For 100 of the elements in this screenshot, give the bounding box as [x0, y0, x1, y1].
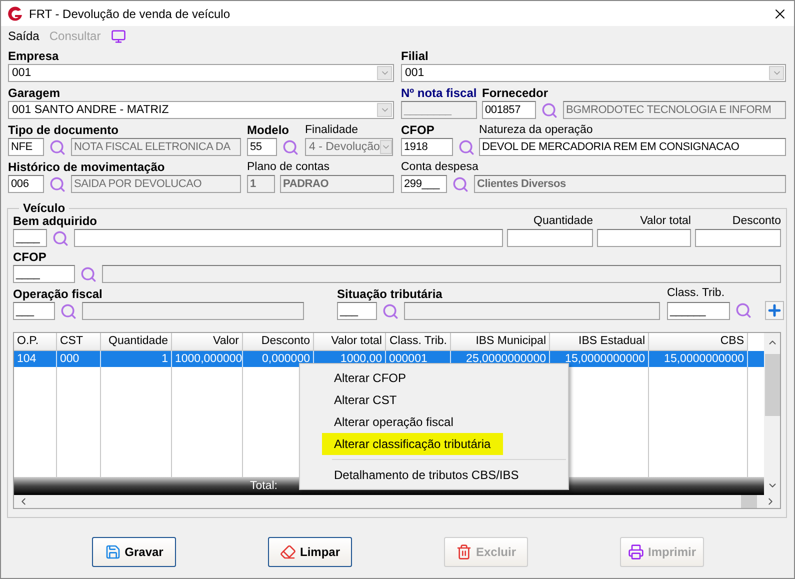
vertical-scrollbar[interactable] — [764, 333, 780, 495]
field-label: Conta despesa — [401, 161, 480, 174]
table-cell: 1000,000000 — [172, 351, 243, 367]
column-header[interactable]: CBS — [649, 333, 748, 351]
printer-icon — [628, 544, 644, 560]
input-field[interactable]: ______ — [667, 302, 730, 320]
menu-option[interactable]: Alterar operação fiscal — [322, 411, 466, 433]
add-button[interactable] — [765, 301, 784, 320]
field-label: CFOP — [401, 124, 436, 137]
search-icon[interactable] — [452, 176, 469, 192]
input-field[interactable]: 001857 — [482, 101, 536, 119]
input-field[interactable]: SAIDA POR DEVOLUCAO — [71, 175, 241, 193]
input-field[interactable]: 006 — [8, 175, 44, 193]
field-label: Natureza da operação — [479, 124, 594, 137]
field-label: Fornecedor — [482, 87, 550, 100]
caret-icon — [377, 103, 392, 117]
dropdown[interactable]: 001 SANTO ANDRE - MATRIZ — [8, 101, 394, 119]
search-icon[interactable] — [735, 302, 752, 319]
field-label: Valor total — [640, 215, 691, 228]
column-header[interactable]: Quantidade — [101, 333, 172, 351]
caret-icon — [377, 66, 392, 80]
table-cell: 000 — [57, 351, 101, 367]
input-field[interactable]: ___ — [13, 302, 55, 320]
input-field[interactable]: Clientes Diversos — [474, 175, 786, 193]
input-field[interactable]: 1918 — [401, 138, 453, 156]
search-icon[interactable] — [49, 176, 66, 192]
input-field[interactable] — [404, 302, 660, 320]
search-icon[interactable] — [52, 230, 69, 246]
caret-icon — [380, 140, 392, 154]
input-field[interactable]: NOTA FISCAL ELETRONICA DA — [71, 138, 241, 156]
field-label: Finalidade — [305, 124, 360, 137]
column-header[interactable]: Valor total — [314, 333, 386, 351]
column-header[interactable]: Desconto — [243, 333, 314, 351]
field-label: Situação tributária — [337, 288, 444, 301]
search-icon[interactable] — [80, 266, 97, 282]
table-cell: 15,0000000000 — [649, 351, 748, 367]
field-label: Plano de contas — [247, 161, 330, 174]
menu-option[interactable]: Alterar CST — [322, 389, 409, 411]
search-icon[interactable] — [541, 102, 558, 118]
menu-option[interactable]: Detalhamento de tributos CBS/IBS — [322, 464, 531, 486]
table-cell: 1 — [101, 351, 172, 367]
field-label: Class. Trib. — [667, 287, 726, 300]
column-header[interactable]: O.P. — [14, 333, 57, 351]
search-icon[interactable] — [60, 302, 77, 320]
input-field[interactable]: 55 — [247, 138, 277, 156]
menu-item[interactable]: Saída — [8, 29, 40, 43]
field-label: Modelo — [247, 124, 290, 137]
input-field[interactable]: ____ — [13, 265, 75, 283]
monitor-icon[interactable] — [110, 28, 126, 44]
search-icon[interactable] — [458, 138, 475, 156]
action-button[interactable]: Gravar — [92, 537, 176, 567]
input-field[interactable] — [507, 229, 593, 247]
action-button[interactable]: Limpar — [268, 537, 352, 567]
input-field[interactable] — [695, 229, 781, 247]
dropdown[interactable]: 001 — [8, 64, 394, 82]
input-field[interactable] — [82, 302, 304, 320]
search-icon[interactable] — [282, 138, 299, 156]
field-label: Tipo de documento — [8, 124, 120, 137]
column-header[interactable]: Class. Trib. — [386, 333, 451, 351]
input-field[interactable]: 1 — [247, 175, 275, 193]
field-label: Operação fiscal — [13, 288, 104, 301]
menu-option[interactable]: Alterar classificação tributária — [322, 433, 503, 455]
eraser-icon — [280, 544, 296, 560]
column-header[interactable]: CST — [57, 333, 101, 351]
table-cell: 104 — [14, 351, 57, 367]
scroll-thumb[interactable] — [764, 354, 780, 416]
column-header[interactable]: IBS Estadual — [550, 333, 649, 351]
input-field[interactable]: BGMRODOTEC TECNOLOGIA E INFORM — [563, 101, 786, 119]
field-label: Bem adquirido — [13, 215, 98, 228]
group-title: Veículo — [22, 201, 66, 215]
column-header[interactable]: IBS Municipal — [451, 333, 550, 351]
field-label: CFOP — [13, 251, 48, 264]
horizontal-scrollbar[interactable] — [14, 495, 780, 508]
field-label: Desconto — [732, 215, 781, 228]
scroll-thumb[interactable] — [741, 495, 757, 508]
field-label: Histórico de movimentação — [8, 161, 166, 174]
input-field[interactable] — [74, 229, 503, 247]
input-field[interactable]: ____ — [13, 229, 47, 247]
field-label: Quantidade — [534, 215, 593, 228]
menu-option[interactable]: Alterar CFOP — [322, 367, 418, 389]
field-label: Nº nota fiscal — [401, 87, 477, 100]
search-icon[interactable] — [49, 138, 66, 156]
trash-icon — [456, 544, 472, 560]
field-label: Garagem — [8, 87, 62, 100]
input-field[interactable] — [597, 229, 691, 247]
input-field[interactable]: NFE — [8, 138, 44, 156]
column-header[interactable]: Valor — [172, 333, 243, 351]
input-field[interactable]: PADRAO — [280, 175, 394, 193]
window-title: FRT - Devolução de venda de veículo — [29, 6, 232, 20]
search-icon[interactable] — [382, 302, 399, 320]
input-field[interactable]: ___ — [337, 302, 377, 320]
table-row[interactable]: 104 000 1 1000,000000 0,000000 1000,00 000001 25,0000000000 15,0000000000 15,0000000000 — [14, 351, 764, 367]
input-field[interactable] — [102, 265, 781, 283]
field-label: Empresa — [8, 50, 60, 63]
input-field[interactable]: DEVOL DE MERCADORIA REM EM CONSIGNACAO — [479, 138, 786, 156]
caret-icon — [769, 66, 784, 80]
totals-label: Total: — [250, 480, 278, 492]
dropdown[interactable]: 001 — [401, 64, 786, 82]
app-logo-icon — [7, 6, 23, 22]
input-field[interactable]: 299___ — [401, 175, 447, 193]
